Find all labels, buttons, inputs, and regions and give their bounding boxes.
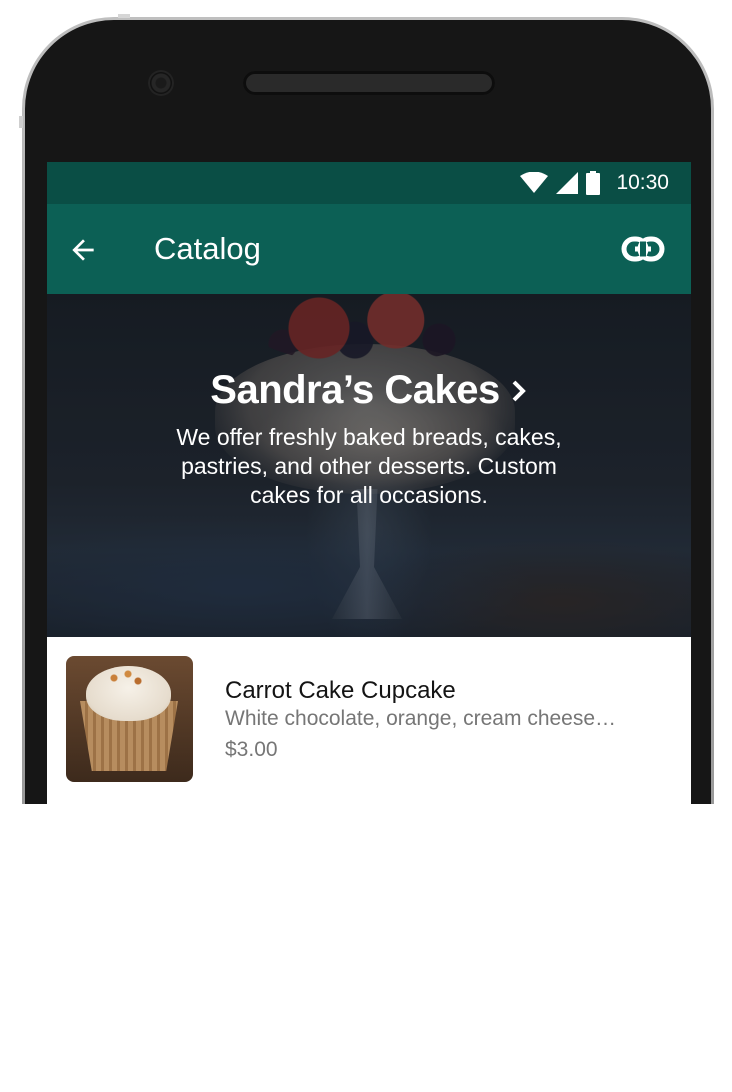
battery-icon bbox=[586, 171, 601, 195]
product-list-item[interactable]: Carrot Cake Cupcake White chocolate, ora… bbox=[47, 637, 691, 801]
product-price: $3.00 bbox=[225, 738, 278, 761]
business-name-link[interactable]: Sandra’s Cakes bbox=[210, 368, 527, 413]
banner-text: Sandra’s Cakes We offer freshly baked br… bbox=[47, 368, 691, 510]
status-icons: 10:30 bbox=[520, 171, 669, 195]
business-name: Sandra’s Cakes bbox=[210, 368, 500, 412]
cupcake-topping bbox=[106, 668, 146, 688]
phone-screen: 10:30 Catalog Sandra’s Cakes We offer fr… bbox=[47, 162, 691, 804]
status-bar: 10:30 bbox=[47, 162, 691, 204]
product-name: Carrot Cake Cupcake bbox=[225, 677, 456, 704]
signal-icon bbox=[556, 172, 579, 194]
wifi-icon bbox=[520, 172, 549, 193]
front-camera bbox=[148, 70, 174, 96]
chevron-right-icon bbox=[512, 380, 526, 401]
product-description: White chocolate, orange, cream cheese… bbox=[225, 707, 617, 730]
arrow-back-icon[interactable] bbox=[67, 234, 99, 266]
link-icon[interactable] bbox=[621, 234, 665, 264]
business-profile-banner[interactable]: Sandra’s Cakes We offer freshly baked br… bbox=[47, 294, 691, 637]
phone-top-button bbox=[118, 14, 130, 18]
phone-side-button bbox=[19, 116, 23, 128]
earpiece-speaker bbox=[243, 71, 495, 95]
status-time: 10:30 bbox=[616, 171, 669, 194]
product-thumbnail bbox=[66, 656, 193, 782]
page-title: Catalog bbox=[154, 231, 261, 266]
app-bar: Catalog bbox=[47, 204, 691, 294]
business-description: We offer freshly baked breads, cakes, pa… bbox=[176, 424, 562, 508]
